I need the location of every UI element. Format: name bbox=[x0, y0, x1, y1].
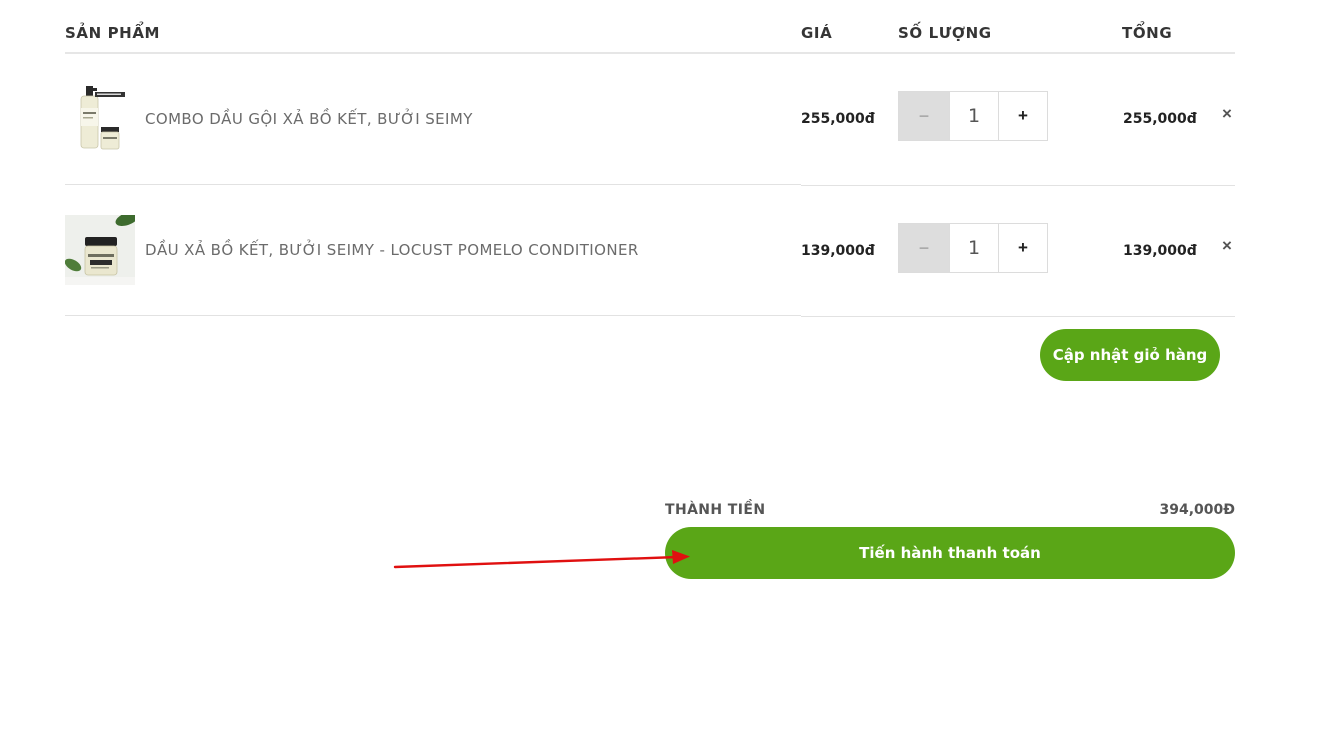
quantity-input[interactable]: 1 bbox=[949, 224, 999, 272]
row-divider bbox=[65, 184, 801, 185]
product-price: 255,000đ bbox=[801, 111, 875, 127]
checkout-button[interactable]: Tiến hành thanh toán bbox=[665, 527, 1235, 579]
combo-bottles-image bbox=[65, 84, 135, 154]
annotation-arrow-icon bbox=[393, 550, 690, 569]
quantity-increase-button[interactable]: + bbox=[999, 92, 1047, 140]
quantity-stepper[interactable]: − 1 + bbox=[898, 223, 1048, 273]
total-label: THÀNH TIỀN bbox=[665, 502, 766, 518]
row-divider bbox=[801, 316, 1235, 317]
quantity-decrease-button[interactable]: − bbox=[899, 92, 949, 140]
remove-item-button[interactable]: × bbox=[1222, 236, 1232, 256]
product-subtotal: 139,000đ bbox=[1123, 243, 1197, 259]
product-subtotal: 255,000đ bbox=[1123, 111, 1197, 127]
product-price: 139,000đ bbox=[801, 243, 875, 259]
quantity-stepper[interactable]: − 1 + bbox=[898, 91, 1048, 141]
total-value: 394,000Đ bbox=[1159, 502, 1236, 518]
row-divider bbox=[65, 315, 801, 316]
product-thumbnail[interactable] bbox=[65, 84, 135, 154]
product-thumbnail[interactable] bbox=[65, 215, 135, 285]
header-quantity: SỐ LƯỢNG bbox=[898, 24, 992, 42]
header-product: SẢN PHẨM bbox=[65, 24, 161, 42]
product-name[interactable]: DẦU XẢ BỒ KẾT, BƯỞI SEIMY - LOCUST POMEL… bbox=[145, 241, 639, 259]
product-name[interactable]: COMBO DẦU GỘI XẢ BỒ KẾT, BƯỞI SEIMY bbox=[145, 110, 473, 128]
header-total: TỔNG bbox=[1122, 24, 1173, 42]
conditioner-jar-image bbox=[65, 215, 135, 285]
quantity-input[interactable]: 1 bbox=[949, 92, 999, 140]
row-divider bbox=[801, 185, 1235, 186]
header-price: GIÁ bbox=[801, 24, 833, 42]
update-cart-button[interactable]: Cập nhật giỏ hàng bbox=[1040, 329, 1220, 381]
quantity-decrease-button[interactable]: − bbox=[899, 224, 949, 272]
remove-item-button[interactable]: × bbox=[1222, 104, 1232, 124]
quantity-increase-button[interactable]: + bbox=[999, 224, 1047, 272]
header-divider bbox=[65, 52, 1235, 54]
